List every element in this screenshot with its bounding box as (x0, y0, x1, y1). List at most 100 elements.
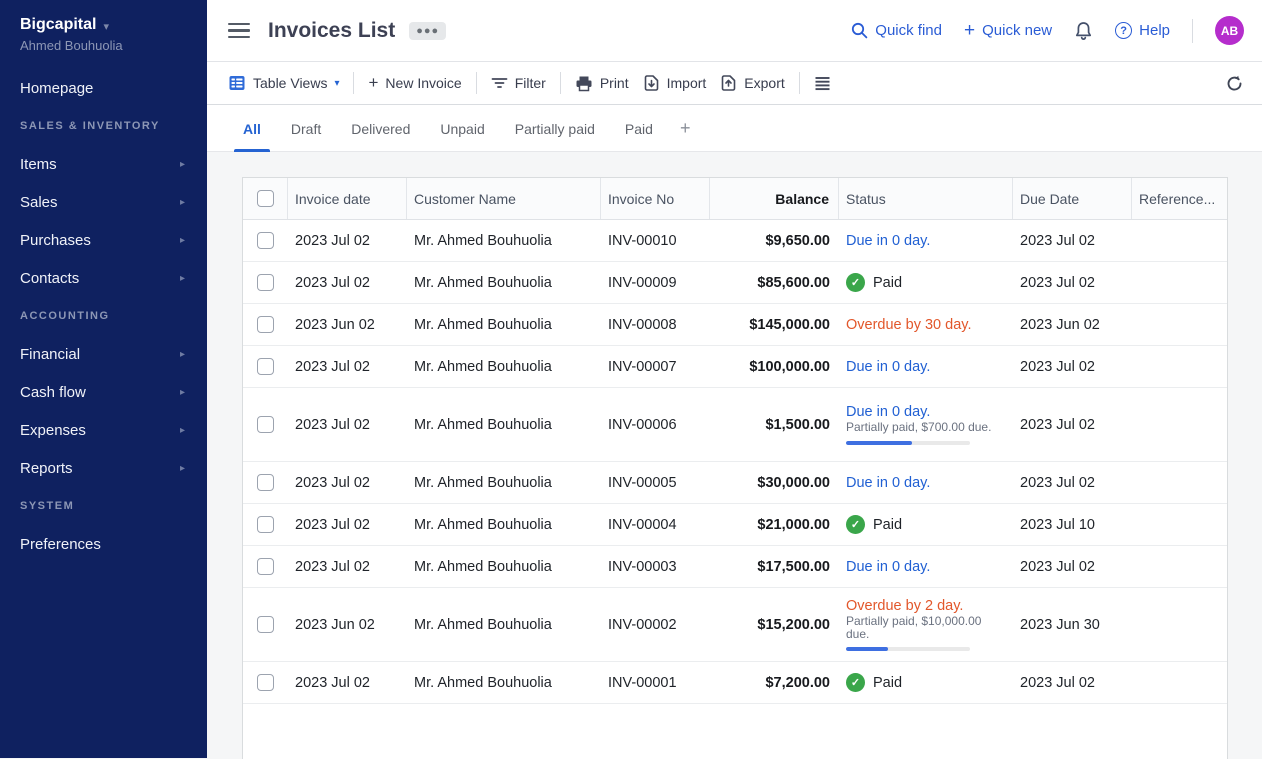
tab-all[interactable]: All (228, 105, 276, 152)
sidebar-item-homepage[interactable]: Homepage (0, 69, 207, 107)
sidebar-item-sales[interactable]: Sales ▸ (0, 183, 207, 221)
invoices-table: Invoice date Customer Name Invoice No Balan… (242, 177, 1228, 759)
status-cell: ✓ Paid (839, 662, 1013, 703)
quick-new-button[interactable]: + Quick new (964, 21, 1052, 40)
status-cell: Overdue by 2 day. Partially paid, $10,000… (839, 588, 1013, 661)
chevron-down-icon: ▾ (334, 77, 340, 89)
add-view-tab-button[interactable]: + (668, 105, 703, 152)
table-row[interactable]: 2023 Jul 02 Mr. Ahmed Bouhuolia INV-00004 $… (243, 504, 1227, 546)
table-views-button[interactable]: Table Views ▾ (228, 74, 339, 92)
sidebar-item-expenses[interactable]: Expenses ▸ (0, 411, 207, 449)
notifications-button[interactable] (1074, 21, 1093, 41)
print-button[interactable]: Print (575, 75, 629, 92)
payment-progress-bar (846, 647, 970, 652)
status-badge: Due in 0 day. (846, 558, 931, 575)
column-header-balance[interactable]: Balance (710, 178, 839, 219)
topbar-divider (1192, 18, 1193, 43)
column-header-label: Status (846, 190, 886, 207)
tab-paid[interactable]: Paid (610, 105, 668, 152)
column-header-due-date[interactable]: Due Date (1013, 178, 1132, 219)
paid-check-icon: ✓ (846, 673, 865, 692)
user-name: Ahmed Bouhuolia (20, 38, 123, 53)
table-row[interactable]: 2023 Jul 02 Mr. Ahmed Bouhuolia INV-00007 $… (243, 346, 1227, 388)
toolbar-divider (475, 72, 477, 94)
quick-find-button[interactable]: Quick find (851, 22, 942, 39)
export-icon (721, 75, 736, 91)
select-all-checkbox[interactable] (256, 190, 274, 207)
avatar[interactable]: AB (1215, 16, 1244, 45)
table-row[interactable]: 2023 Jul 02 Mr. Ahmed Bouhuolia INV-00001 $… (243, 662, 1227, 704)
row-checkbox[interactable] (257, 274, 274, 291)
sidebar-item-preferences[interactable]: Preferences (0, 525, 207, 563)
column-header-reference-[interactable]: Reference... (1132, 178, 1227, 219)
customer-name-cell: Mr. Ahmed Bouhuolia (414, 232, 552, 249)
sidebar-item-items[interactable]: Items ▸ (0, 145, 207, 183)
status-cell: Due in 0 day. (839, 346, 1013, 387)
invoice-no-cell: INV-00010 (608, 232, 677, 249)
help-button[interactable]: ? Help (1115, 22, 1170, 39)
reference-cell (1132, 546, 1227, 587)
table-row[interactable]: 2023 Jun 02 Mr. Ahmed Bouhuolia INV-00002 $… (243, 588, 1227, 662)
menu-icon[interactable] (228, 22, 250, 39)
workspace-switcher[interactable]: Bigcapital ▾ (0, 0, 207, 34)
filter-icon (491, 78, 508, 88)
sidebar-item-contacts[interactable]: Contacts ▸ (0, 259, 207, 297)
tab-draft[interactable]: Draft (276, 105, 336, 152)
customer-name-cell: Mr. Ahmed Bouhuolia (414, 358, 552, 375)
balance-cell: $15,200.00 (757, 616, 830, 633)
row-checkbox[interactable] (257, 416, 274, 433)
tab-delivered[interactable]: Delivered (336, 105, 425, 152)
table-body: 2023 Jul 02 Mr. Ahmed Bouhuolia INV-00010 $… (243, 220, 1227, 704)
row-checkbox[interactable] (257, 316, 274, 333)
row-checkbox[interactable] (257, 616, 274, 633)
refresh-icon (1227, 75, 1242, 91)
tab-unpaid[interactable]: Unpaid (425, 105, 499, 152)
column-header-status[interactable]: Status (839, 178, 1013, 219)
sidebar-item-purchases[interactable]: Purchases ▸ (0, 221, 207, 259)
tab-partially-paid[interactable]: Partially paid (500, 105, 610, 152)
table-row[interactable]: 2023 Jul 02 Mr. Ahmed Bouhuolia INV-00010 $… (243, 220, 1227, 262)
invoice-date-cell: 2023 Jul 02 (295, 516, 370, 533)
toolbar-divider (353, 72, 355, 94)
row-checkbox[interactable] (257, 474, 274, 491)
table-row[interactable]: 2023 Jul 02 Mr. Ahmed Bouhuolia INV-00006 $… (243, 388, 1227, 462)
table-row[interactable]: 2023 Jul 02 Mr. Ahmed Bouhuolia INV-00005 $… (243, 462, 1227, 504)
row-checkbox[interactable] (257, 558, 274, 575)
row-checkbox[interactable] (257, 674, 274, 691)
column-header-invoice-date[interactable]: Invoice date (288, 178, 407, 219)
sidebar-item-cash-flow[interactable]: Cash flow ▸ (0, 373, 207, 411)
refresh-button[interactable] (1225, 74, 1244, 93)
status-badge: Due in 0 day. (846, 232, 931, 249)
row-checkbox[interactable] (257, 358, 274, 375)
chevron-right-icon: ▸ (179, 196, 185, 208)
status-cell: Due in 0 day. (839, 220, 1013, 261)
status-badge: Paid (873, 674, 903, 691)
column-header-customer-name[interactable]: Customer Name (407, 178, 601, 219)
column-header-invoice-no[interactable]: Invoice No (601, 178, 710, 219)
new-invoice-button[interactable]: + New Invoice (368, 74, 461, 91)
row-checkbox-cell (243, 304, 288, 345)
table-row[interactable]: 2023 Jul 02 Mr. Ahmed Bouhuolia INV-00009 $… (243, 262, 1227, 304)
due-date-cell: 2023 Jul 02 (1020, 232, 1095, 249)
search-icon (852, 22, 868, 39)
invoice-no-cell: INV-00003 (608, 558, 677, 575)
table-row[interactable]: 2023 Jul 02 Mr. Ahmed Bouhuolia INV-00003 $… (243, 546, 1227, 588)
export-button[interactable]: Export (720, 74, 785, 92)
reference-cell (1132, 662, 1227, 703)
customer-name-cell: Mr. Ahmed Bouhuolia (414, 316, 552, 333)
table-row[interactable]: 2023 Jun 02 Mr. Ahmed Bouhuolia INV-00008 $… (243, 304, 1227, 346)
more-options-button[interactable]: ●●● (409, 21, 447, 40)
row-checkbox[interactable] (257, 516, 274, 533)
column-header-label: Due Date (1020, 190, 1080, 207)
sidebar-item-label: Contacts (20, 269, 80, 287)
row-checkbox[interactable] (257, 232, 274, 249)
filter-button[interactable]: Filter (491, 75, 546, 91)
sidebar-item-reports[interactable]: Reports ▸ (0, 449, 207, 487)
import-button[interactable]: Import (643, 74, 706, 92)
balance-cell: $21,000.00 (757, 516, 830, 533)
row-density-button[interactable] (814, 76, 831, 91)
invoice-no-cell: INV-00002 (608, 616, 677, 633)
sidebar-item-financial[interactable]: Financial ▸ (0, 335, 207, 373)
customer-name-cell: Mr. Ahmed Bouhuolia (414, 474, 552, 491)
status-cell: Due in 0 day. (839, 546, 1013, 587)
